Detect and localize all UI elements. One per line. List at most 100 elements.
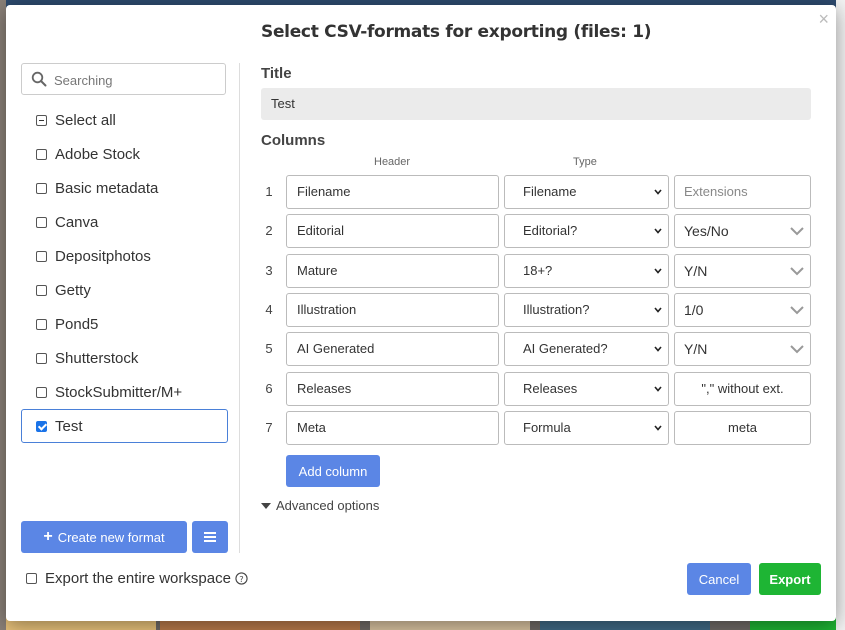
format-checkbox[interactable] <box>36 250 47 262</box>
header-input[interactable]: Filename <box>286 175 499 209</box>
create-format-button[interactable]: + Create new format <box>21 521 187 553</box>
type-select[interactable]: Releases <box>504 372 669 406</box>
help-icon[interactable]: ? <box>235 572 248 585</box>
formula-input[interactable]: meta <box>674 411 811 445</box>
column-row: 3 Mature 18+? Y/N <box>261 254 816 288</box>
search-box <box>21 63 226 96</box>
format-item-shutterstock[interactable]: Shutterstock <box>21 341 228 375</box>
format-item-pond5[interactable]: Pond5 <box>21 307 228 341</box>
advanced-options-toggle[interactable]: Advanced options <box>261 498 379 513</box>
columns-section-label: Columns <box>261 132 326 149</box>
format-label: Basic metadata <box>55 179 159 197</box>
dialog-title: Select CSV-formats for exporting (files:… <box>261 22 652 42</box>
format-checkbox[interactable] <box>36 284 47 296</box>
cancel-button[interactable]: Cancel <box>687 563 751 595</box>
format-item-getty[interactable]: Getty <box>21 273 228 307</box>
header-input[interactable]: Releases <box>286 372 499 406</box>
type-value: Formula <box>523 420 571 435</box>
value-format-select[interactable]: Y/N <box>674 332 811 366</box>
hamburger-icon <box>204 532 216 542</box>
format-checkbox[interactable] <box>36 318 47 330</box>
value-format: Yes/No <box>684 223 729 239</box>
column-row: 6 Releases Releases "," without ext. <box>261 372 816 406</box>
format-label: Adobe Stock <box>55 145 141 163</box>
format-item-basic-metadata[interactable]: Basic metadata <box>21 171 228 205</box>
export-workspace-option[interactable]: Export the entire workspace ? <box>26 570 248 587</box>
separator-input[interactable]: "," without ext. <box>674 372 811 406</box>
panel-divider <box>239 63 240 553</box>
title-input[interactable]: Test <box>261 88 811 120</box>
header-input[interactable]: Mature <box>286 254 499 288</box>
export-workspace-label: Export the entire workspace <box>45 570 231 587</box>
indeterminate-checkbox[interactable] <box>36 114 47 126</box>
format-item-test[interactable]: Test <box>21 409 228 443</box>
format-label: Shutterstock <box>55 349 139 367</box>
header-column-label: Header <box>374 156 411 168</box>
create-format-label: Create new format <box>57 529 165 545</box>
close-icon[interactable]: × <box>818 9 829 30</box>
row-number: 4 <box>265 302 273 317</box>
header-input[interactable]: Illustration <box>286 293 499 327</box>
export-dialog: × Select CSV-formats for exporting (file… <box>6 5 836 621</box>
type-select[interactable]: Filename <box>504 175 669 209</box>
column-row: 1 Filename Filename Extensions <box>261 175 816 209</box>
type-select[interactable]: Formula <box>504 411 669 445</box>
format-label: Getty <box>55 281 91 299</box>
format-label: Pond5 <box>55 315 99 333</box>
caret-down-icon <box>261 502 271 509</box>
extensions-input[interactable]: Extensions <box>674 175 811 209</box>
chevron-down-icon <box>654 189 662 195</box>
title-section-label: Title <box>261 65 292 82</box>
column-row: 4 Illustration Illustration? 1/0 <box>261 293 816 327</box>
format-checkbox[interactable] <box>36 148 47 160</box>
type-select[interactable]: AI Generated? <box>504 332 669 366</box>
export-workspace-checkbox[interactable] <box>26 573 37 584</box>
row-number: 3 <box>265 263 273 278</box>
type-value: Illustration? <box>523 302 590 317</box>
type-value: Editorial? <box>523 223 578 238</box>
chevron-down-icon <box>654 268 662 274</box>
chevron-down-icon <box>790 227 804 236</box>
type-column-label: Type <box>573 156 597 168</box>
add-column-button[interactable]: Add column <box>286 455 380 487</box>
format-label: Canva <box>55 213 99 231</box>
export-button[interactable]: Export <box>759 563 821 595</box>
chevron-down-icon <box>654 228 662 234</box>
chevron-down-icon <box>790 306 804 315</box>
select-all-option[interactable]: Select all <box>21 103 228 137</box>
value-format-select[interactable]: Y/N <box>674 254 811 288</box>
type-select[interactable]: 18+? <box>504 254 669 288</box>
format-menu-button[interactable] <box>192 521 228 553</box>
type-value: Filename <box>523 184 577 199</box>
column-row: 2 Editorial Editorial? Yes/No <box>261 214 816 248</box>
type-select[interactable]: Editorial? <box>504 214 669 248</box>
format-item-canva[interactable]: Canva <box>21 205 228 239</box>
search-icon <box>31 71 47 87</box>
row-number: 2 <box>265 223 273 238</box>
header-input[interactable]: Editorial <box>286 214 499 248</box>
format-checkbox-checked[interactable] <box>36 420 47 432</box>
background-right-strip <box>836 0 845 630</box>
column-row: 7 Meta Formula meta <box>261 411 816 445</box>
type-value: Releases <box>523 381 578 396</box>
format-label: Test <box>55 417 83 435</box>
value-format: Y/N <box>684 263 708 279</box>
format-item-depositphotos[interactable]: Depositphotos <box>21 239 228 273</box>
header-input[interactable]: AI Generated <box>286 332 499 366</box>
plus-icon: + <box>43 528 53 545</box>
header-input[interactable]: Meta <box>286 411 499 445</box>
chevron-down-icon <box>790 345 804 354</box>
format-item-adobe-stock[interactable]: Adobe Stock <box>21 137 228 171</box>
search-input[interactable] <box>52 64 226 96</box>
format-checkbox[interactable] <box>36 216 47 228</box>
row-number: 6 <box>265 381 273 396</box>
value-format-select[interactable]: 1/0 <box>674 293 811 327</box>
column-row: 5 AI Generated AI Generated? Y/N <box>261 332 816 366</box>
format-list: Select all Adobe Stock Basic metadata Ca… <box>21 103 228 443</box>
format-checkbox[interactable] <box>36 386 47 398</box>
type-select[interactable]: Illustration? <box>504 293 669 327</box>
format-checkbox[interactable] <box>36 352 47 364</box>
format-checkbox[interactable] <box>36 182 47 194</box>
value-format-select[interactable]: Yes/No <box>674 214 811 248</box>
format-item-stocksubmitter[interactable]: StockSubmitter/M+ <box>21 375 228 409</box>
